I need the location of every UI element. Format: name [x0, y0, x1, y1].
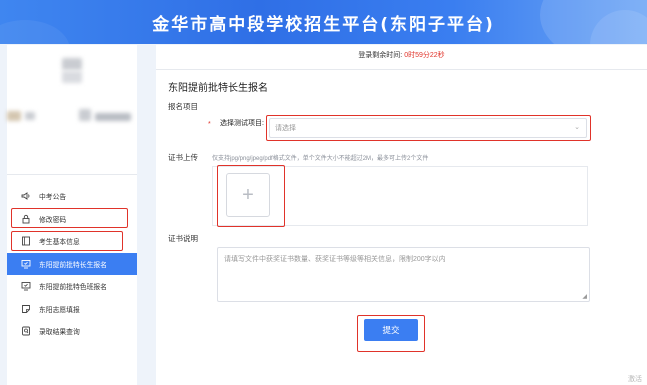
section-label-project: 报名项目: [168, 102, 198, 111]
sidebar-menu: 中考公告 修改密码 考生基本信息 东阳提前批特长生报名 东阳提前批特色班报名 东…: [7, 185, 137, 343]
speaker-icon: [21, 191, 31, 201]
login-timer: 登录剩余时间: 0时59分22秒: [156, 50, 647, 60]
page-title: 东阳提前批特长生报名: [168, 83, 268, 94]
monitor-icon: [21, 281, 31, 291]
sidebar-item-label: 东阳提前批特长生报名: [39, 261, 107, 269]
top-header: 金华市高中段学校招生平台(东阳子平台): [0, 0, 647, 44]
submit-button[interactable]: 提交: [364, 319, 418, 341]
select-label-text: 选择测试项目:: [220, 120, 264, 127]
select-test-label: * 选择测试项目:: [204, 119, 264, 128]
main-panel: 登录剩余时间: 0时59分22秒 东阳提前批特长生报名 报名项目 * 选择测试项…: [156, 45, 647, 385]
search-doc-icon: [21, 326, 31, 336]
sidebar-item-volunteer-fill[interactable]: 东阳志愿填报: [7, 298, 137, 321]
timer-value: 0时59分22秒: [404, 52, 445, 59]
section-label-desc: 证书说明: [168, 234, 198, 243]
sidebar-item-announcement[interactable]: 中考公告: [7, 185, 137, 208]
upload-hint: 仅支持jpg/png/jpeg/pdf格式文件，单个文件大小不能超过2M，最多可…: [212, 156, 429, 162]
sidebar-item-admission-result[interactable]: 录取结果查询: [7, 320, 137, 343]
sidebar-item-change-password[interactable]: 修改密码: [7, 208, 137, 231]
avatar: [7, 45, 137, 135]
sidebar-item-special-class-signup[interactable]: 东阳提前批特色班报名: [7, 275, 137, 298]
sidebar-item-label: 录取结果查询: [39, 329, 80, 337]
timer-label: 登录剩余时间:: [358, 52, 405, 59]
cert-description-input[interactable]: 请填写文件中获奖证书数量、获奖证书等级等相关信息，限制200字以内 ◢: [217, 247, 590, 302]
id-card-icon: [21, 236, 31, 246]
monitor-icon: [21, 259, 31, 269]
sidebar-item-label: 中考公告: [39, 194, 67, 202]
sidebar-item-label: 东阳志愿填报: [39, 306, 80, 314]
plus-icon: +: [242, 183, 254, 206]
required-mark: *: [208, 121, 211, 128]
sidebar-item-label: 考生基本信息: [39, 239, 80, 247]
platform-title: 金华市高中段学校招生平台(东阳子平台): [152, 15, 495, 35]
upload-button[interactable]: +: [226, 173, 270, 217]
resize-grip-icon[interactable]: ◢: [582, 293, 587, 300]
sidebar-item-specialty-signup[interactable]: 东阳提前批特长生报名: [7, 252, 137, 275]
test-item-select[interactable]: 请选择 ⌄: [269, 118, 587, 138]
sidebar: 中考公告 修改密码 考生基本信息 东阳提前批特长生报名 东阳提前批特色班报名 东…: [7, 45, 137, 385]
user-info: [7, 135, 137, 175]
sidebar-item-label: 东阳提前批特色班报名: [39, 284, 107, 292]
chevron-down-icon: ⌄: [574, 124, 580, 131]
textarea-placeholder: 请填写文件中获奖证书数量、获奖证书等级等相关信息，限制200字以内: [224, 256, 446, 263]
sidebar-item-student-info[interactable]: 考生基本信息: [7, 230, 137, 253]
sidebar-item-label: 修改密码: [39, 216, 67, 224]
select-placeholder: 请选择: [275, 125, 296, 132]
edit-icon: [21, 304, 31, 314]
lock-icon: [21, 214, 31, 224]
divider: [156, 69, 647, 70]
watermark: 激活: [628, 376, 642, 383]
section-label-cert: 证书上传: [168, 153, 198, 162]
